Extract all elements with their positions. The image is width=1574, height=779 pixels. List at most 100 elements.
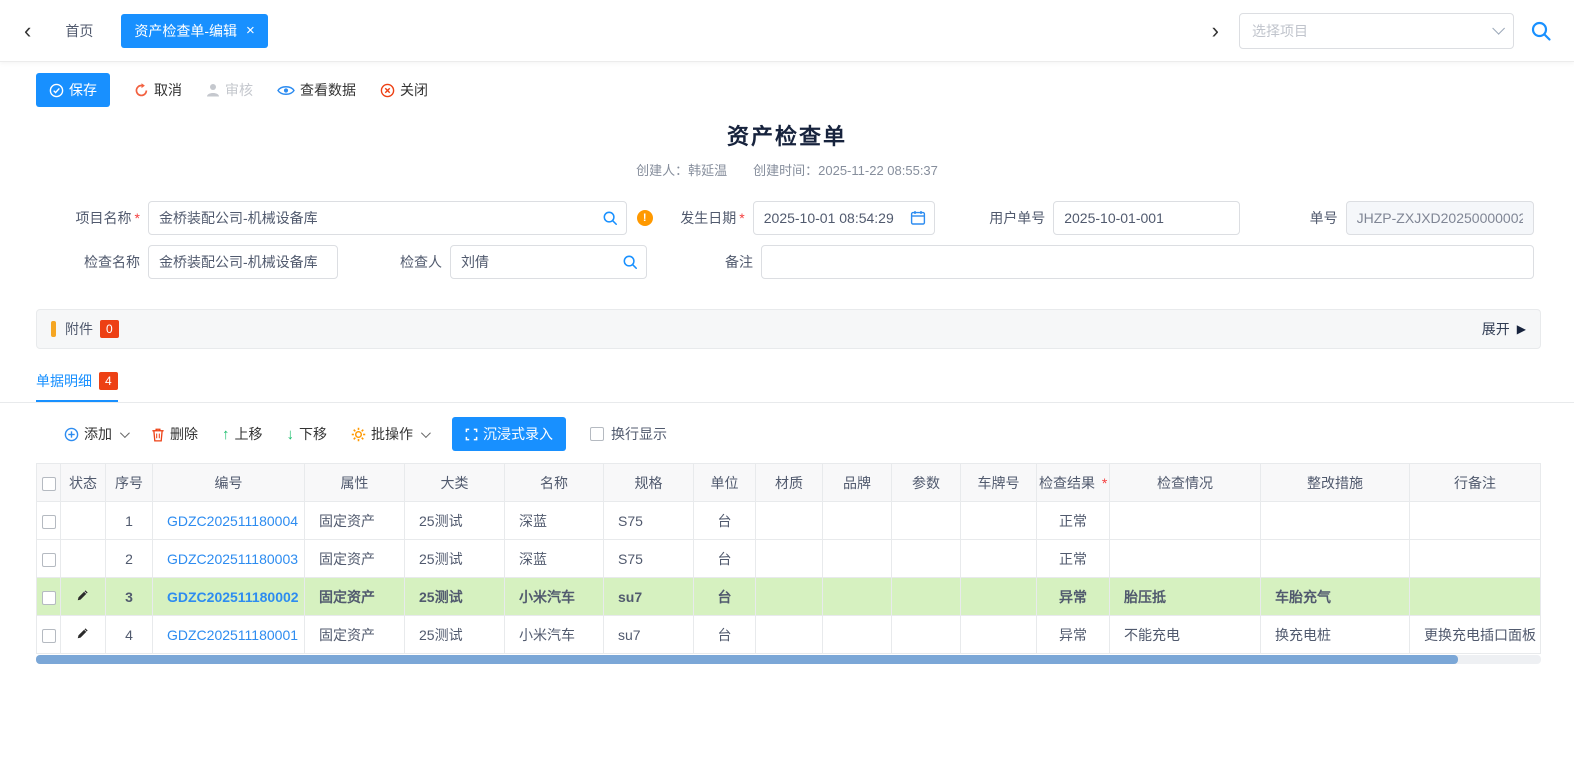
column-header: 状态 xyxy=(61,464,106,502)
cell-measure xyxy=(1261,540,1410,578)
plus-circle-icon xyxy=(64,427,79,442)
table-row[interactable]: 4GDZC202511180001固定资产25测试小米汽车su7台异常不能充电换… xyxy=(37,616,1541,654)
table-row[interactable]: 3GDZC202511180002固定资产25测试小米汽车su7台异常胎压抵车胎… xyxy=(37,578,1541,616)
close-label: 关闭 xyxy=(400,80,428,100)
cell-code: GDZC202511180002 xyxy=(153,578,305,616)
cell-unit: 台 xyxy=(694,578,756,616)
tab-label: 资产检查单-编辑 xyxy=(134,21,237,41)
column-header: 编号 xyxy=(153,464,305,502)
page-title: 资产检查单 xyxy=(0,119,1574,151)
search-icon[interactable] xyxy=(622,254,638,270)
creator-name: 韩延温 xyxy=(688,163,727,178)
column-header: 材质 xyxy=(756,464,823,502)
cell-name: 深蓝 xyxy=(505,502,604,540)
cell-measure: 车胎充气 xyxy=(1261,578,1410,616)
project-select[interactable]: 选择项目 xyxy=(1239,13,1514,49)
add-label: 添加 xyxy=(84,424,112,444)
select-all-checkbox[interactable] xyxy=(42,477,56,491)
audit-label: 审核 xyxy=(225,80,253,100)
arrow-up-icon: ↑ xyxy=(222,426,230,443)
horizontal-scrollbar-track[interactable] xyxy=(36,655,1541,664)
expand-label: 展开 xyxy=(1482,319,1510,339)
cancel-label: 取消 xyxy=(154,80,182,100)
cell-unit: 台 xyxy=(694,502,756,540)
cell-attr: 固定资产 xyxy=(305,502,405,540)
expand-button[interactable]: 展开 ▶ xyxy=(1482,319,1526,339)
attachment-accordion[interactable]: 附件 0 展开 ▶ xyxy=(36,309,1541,349)
column-header: 规格 xyxy=(604,464,694,502)
occur-date-label: 发生日期* xyxy=(661,208,745,228)
column-header: 检查结果 * xyxy=(1037,464,1110,502)
asset-code-link[interactable]: GDZC202511180003 xyxy=(167,551,298,567)
checkbox-icon[interactable] xyxy=(590,427,604,441)
asset-code-link[interactable]: GDZC202511180002 xyxy=(167,589,299,605)
gear-icon xyxy=(351,427,366,442)
cancel-button[interactable]: 取消 xyxy=(134,80,182,100)
checker-input[interactable] xyxy=(450,245,647,279)
move-down-button[interactable]: ↓ 下移 xyxy=(287,424,328,444)
cell-unit: 台 xyxy=(694,616,756,654)
asset-code-link[interactable]: GDZC202511180001 xyxy=(167,627,298,643)
cell-name: 小米汽车 xyxy=(505,578,604,616)
edit-pencil-icon[interactable] xyxy=(76,588,90,602)
global-search-icon[interactable] xyxy=(1530,20,1552,42)
cell-name: 小米汽车 xyxy=(505,616,604,654)
audit-button[interactable]: 审核 xyxy=(206,80,253,100)
move-up-button[interactable]: ↑ 上移 xyxy=(222,424,263,444)
cell-seq: 4 xyxy=(106,616,153,654)
info-warning-icon[interactable]: ! xyxy=(637,210,653,226)
tab-home[interactable]: 首页 xyxy=(51,14,107,48)
asset-code-link[interactable]: GDZC202511180004 xyxy=(167,513,298,529)
occur-date-input[interactable] xyxy=(753,201,935,235)
batch-label: 批操作 xyxy=(371,424,413,444)
batch-operation-button[interactable]: 批操作 xyxy=(351,424,428,444)
project-name-label: 项目名称* xyxy=(36,208,140,228)
remark-label: 备注 xyxy=(691,252,753,272)
creator-label: 创建人： xyxy=(636,163,688,178)
table-row[interactable]: 2GDZC202511180003固定资产25测试深蓝S75台正常 xyxy=(37,540,1541,578)
delete-button[interactable]: 删除 xyxy=(151,424,198,444)
check-name-input[interactable] xyxy=(148,245,338,279)
action-toolbar: 保存 取消 审核 查看数据 关闭 xyxy=(0,62,1574,111)
detail-table-body: 1GDZC202511180004固定资产25测试深蓝S75台正常2GDZC20… xyxy=(37,502,1541,654)
cell-plate xyxy=(961,578,1037,616)
add-button[interactable]: 添加 xyxy=(64,424,127,444)
table-row[interactable]: 1GDZC202511180004固定资产25测试深蓝S75台正常 xyxy=(37,502,1541,540)
edit-pencil-icon[interactable] xyxy=(76,626,90,640)
remark-input[interactable] xyxy=(761,245,1534,279)
row-checkbox[interactable] xyxy=(42,591,56,605)
check-circle-icon xyxy=(49,83,64,98)
select-all-header xyxy=(37,464,61,502)
horizontal-scrollbar-thumb[interactable] xyxy=(36,655,1458,664)
cell-seq: 1 xyxy=(106,502,153,540)
fullscreen-brackets-icon xyxy=(465,428,478,441)
row-checkbox[interactable] xyxy=(42,553,56,567)
row-checkbox[interactable] xyxy=(42,629,56,643)
cell-brand xyxy=(823,616,892,654)
close-button[interactable]: 关闭 xyxy=(380,80,428,100)
search-icon[interactable] xyxy=(602,210,618,226)
cell-seq: 2 xyxy=(106,540,153,578)
calendar-icon[interactable] xyxy=(910,210,926,226)
table-toolbar: 添加 删除 ↑ 上移 ↓ 下移 批操作 xyxy=(0,403,1574,463)
row-checkbox[interactable] xyxy=(42,515,56,529)
view-data-button[interactable]: 查看数据 xyxy=(277,80,356,100)
tab-detail[interactable]: 单据明细 4 xyxy=(36,371,118,402)
wrap-display-checkbox[interactable]: 换行显示 xyxy=(590,424,667,444)
topbar: ‹ 首页 资产检查单-编辑 × › 选择项目 xyxy=(0,0,1574,62)
cell-code: GDZC202511180004 xyxy=(153,502,305,540)
user-order-no-input[interactable] xyxy=(1053,201,1239,235)
immersive-entry-button[interactable]: 沉浸式录入 xyxy=(452,417,566,451)
project-name-input[interactable] xyxy=(148,201,627,235)
tab-close-icon[interactable]: × xyxy=(246,23,255,38)
cell-attr: 固定资产 xyxy=(305,616,405,654)
tabs-scroll-right-icon[interactable]: › xyxy=(1206,20,1225,42)
tabs-scroll-left-icon[interactable]: ‹ xyxy=(18,20,37,42)
cell-param xyxy=(892,578,961,616)
move-down-label: 下移 xyxy=(299,424,327,444)
cell-spec: su7 xyxy=(604,578,694,616)
tab-asset-inspection-edit[interactable]: 资产检查单-编辑 × xyxy=(121,14,267,48)
cell-plate xyxy=(961,502,1037,540)
cell-material xyxy=(756,578,823,616)
save-button[interactable]: 保存 xyxy=(36,73,110,107)
